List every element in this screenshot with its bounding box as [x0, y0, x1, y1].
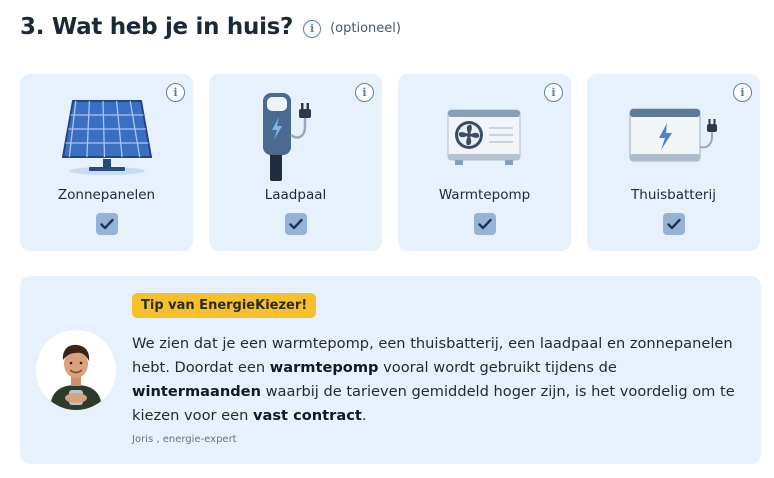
tip-box: Tip van EnergieKiezer! We zien dat je ee…	[20, 276, 761, 464]
card-warmtepomp[interactable]: i Warmtepomp	[398, 74, 571, 251]
checkbox[interactable]	[95, 213, 118, 235]
avatar	[36, 330, 116, 410]
card-label: Laadpaal	[264, 187, 327, 203]
charging-station-icon	[209, 88, 382, 186]
appliance-cards: i Zonnepanelen i Laadpaal i Warmtepomp i…	[20, 74, 760, 251]
tip-text: We zien dat je een warmtepomp, een thuis…	[132, 335, 735, 424]
checkbox[interactable]	[473, 213, 496, 235]
check-icon	[99, 218, 114, 230]
section-header: 3. Wat heb je in huis? i (optioneel)	[20, 10, 401, 44]
page-title: 3. Wat heb je in huis?	[20, 14, 294, 40]
card-label: Zonnepanelen	[57, 187, 156, 203]
home-battery-icon	[587, 88, 760, 186]
check-icon	[477, 218, 492, 230]
tip-badge: Tip van EnergieKiezer!	[132, 293, 317, 318]
tip-author: Joris , energie-expert	[132, 434, 237, 445]
card-label: Thuisbatterij	[631, 187, 716, 203]
card-label: Warmtepomp	[438, 187, 531, 203]
info-icon[interactable]: i	[303, 19, 322, 38]
card-zonnepanelen[interactable]: i Zonnepanelen	[20, 74, 193, 251]
checkbox[interactable]	[284, 213, 307, 235]
check-icon	[666, 218, 681, 230]
heat-pump-icon	[398, 88, 571, 186]
card-thuisbatterij[interactable]: i Thuisbatterij	[587, 74, 760, 251]
card-laadpaal[interactable]: i Laadpaal	[209, 74, 382, 251]
check-icon	[288, 218, 303, 230]
solar-panel-icon	[20, 88, 193, 186]
checkbox[interactable]	[662, 213, 685, 235]
optional-label: (optioneel)	[330, 21, 401, 36]
